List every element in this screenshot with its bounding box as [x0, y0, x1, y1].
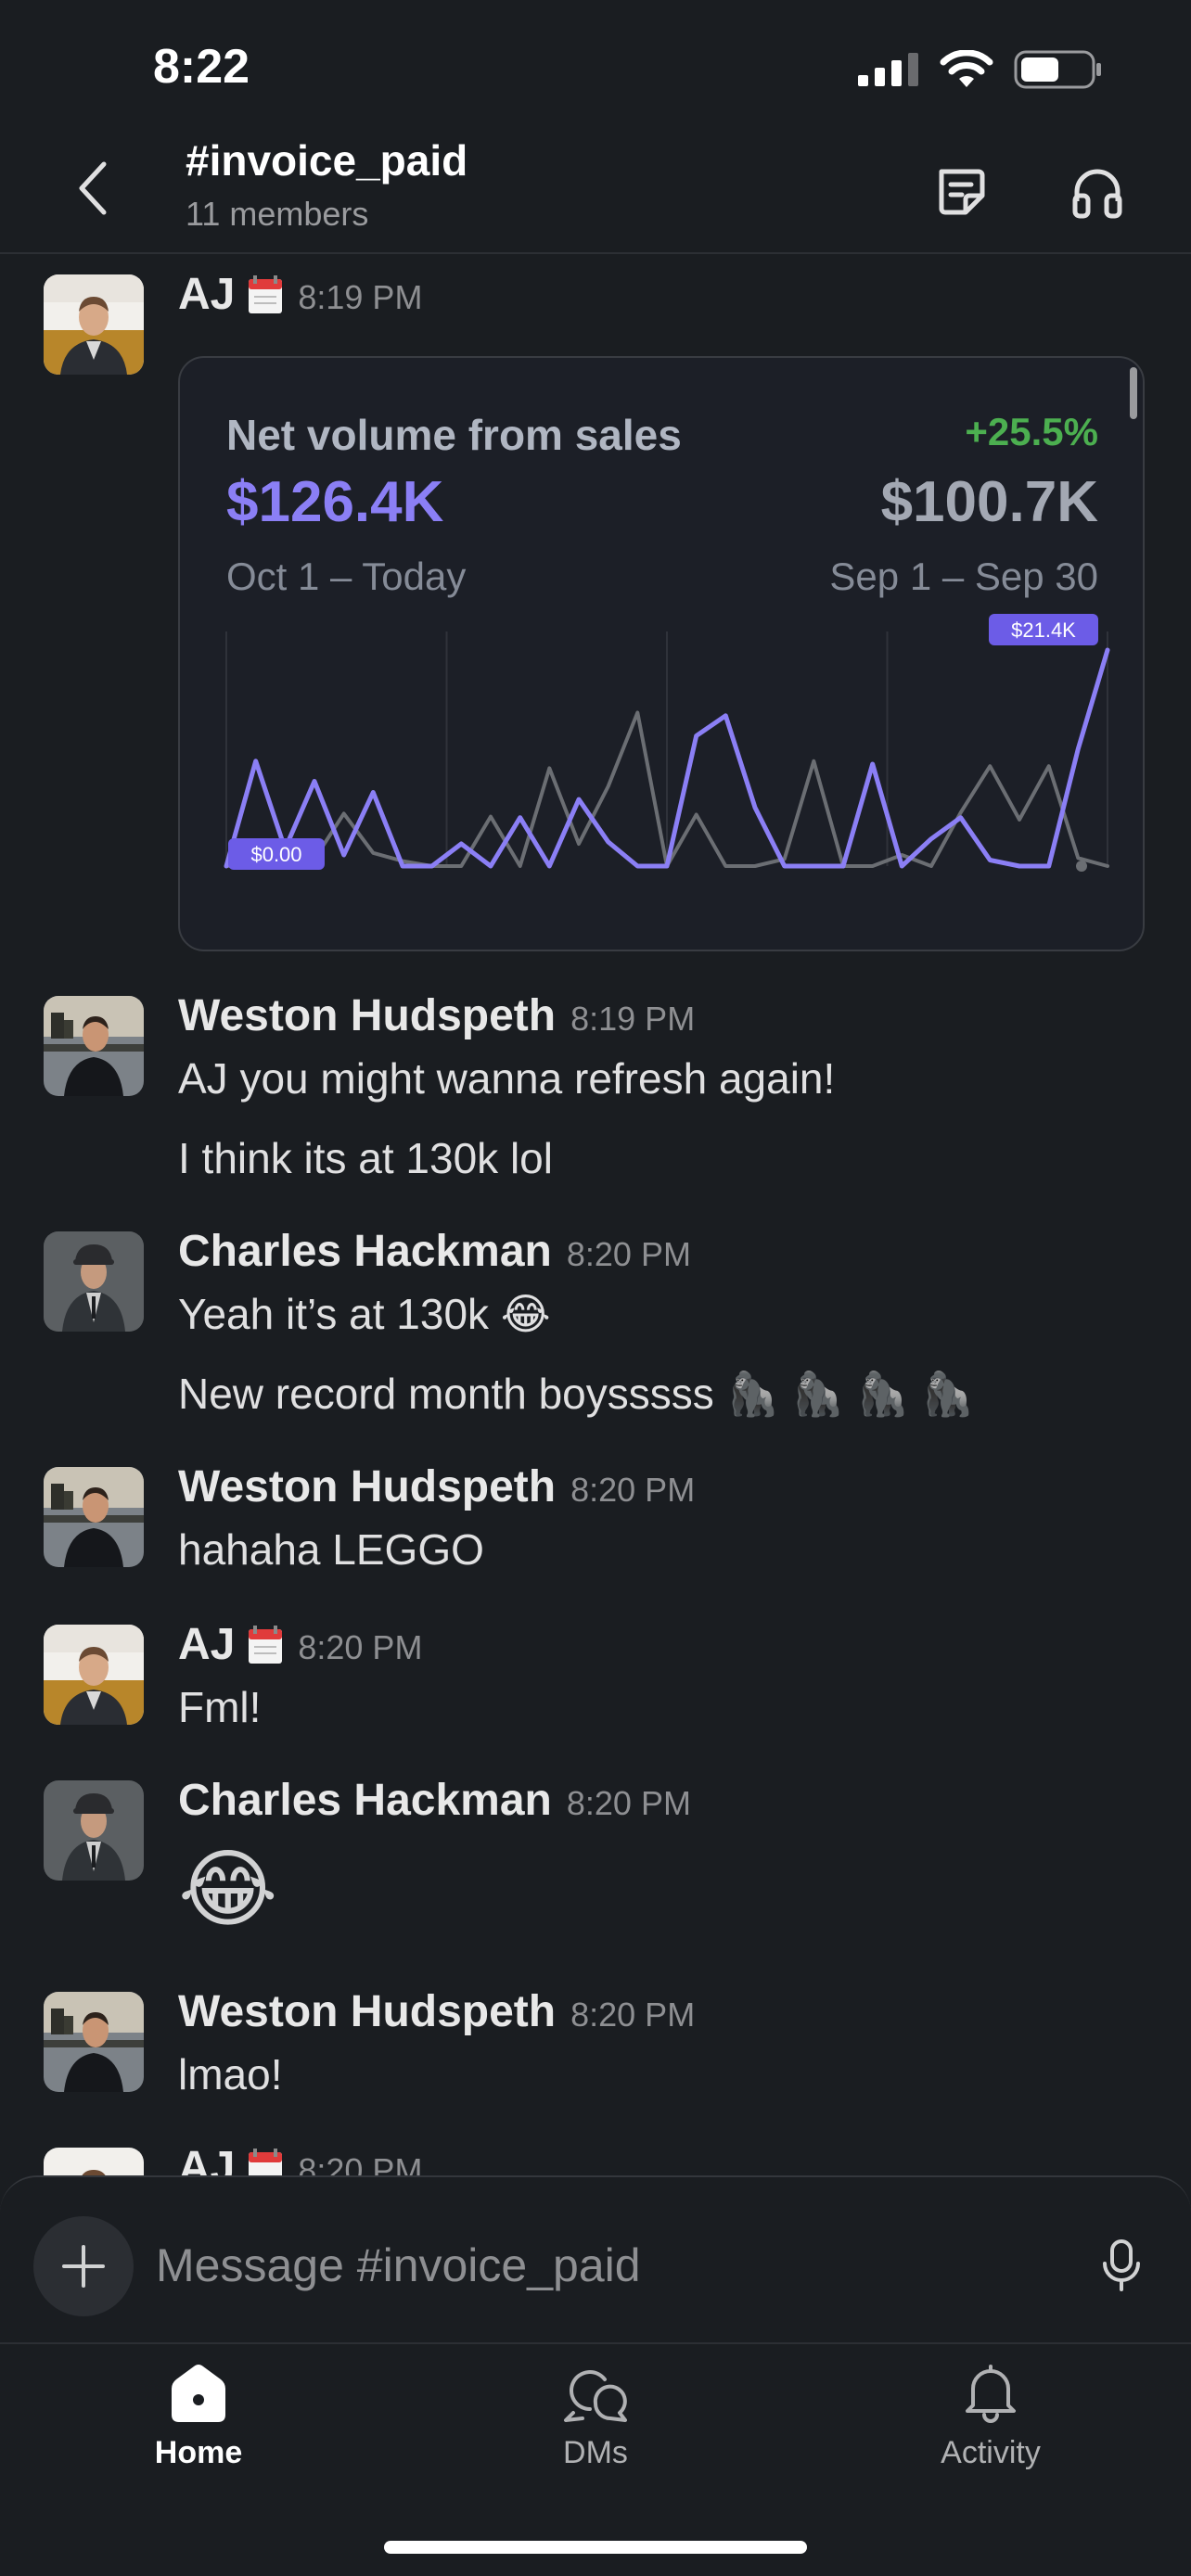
min-value-label: $0.00 — [250, 843, 301, 866]
message-header: AJ 8:20 PM — [178, 2142, 422, 2177]
author-name[interactable]: AJ — [178, 1619, 235, 1670]
cellular-signal-icon — [858, 53, 918, 86]
avatar-charles-hackman[interactable] — [44, 1231, 144, 1332]
scrollbar[interactable] — [1130, 367, 1137, 419]
timestamp: 8:19 PM — [570, 1000, 696, 1038]
max-value-label: $21.4K — [1011, 618, 1076, 642]
message-header: Charles Hackman 8:20 PM — [178, 1226, 691, 1277]
avatar-charles-hackman[interactable] — [44, 1780, 144, 1881]
avatar-aj[interactable] — [44, 1625, 144, 1725]
emoji-joy[interactable]: 😂 — [178, 1847, 278, 1932]
voice-message-button[interactable] — [1089, 2233, 1154, 2298]
message-text: New record month boysssss 🦍 🦍 🦍 🦍 — [178, 1370, 974, 1418]
message-list[interactable]: AJ 8:19 PM $0.00 $21.4K Net volume from s… — [0, 256, 1191, 2177]
min-value-badge: $0.00 — [228, 838, 325, 870]
battery-icon — [1014, 50, 1101, 89]
timestamp: 8:20 PM — [298, 1628, 423, 1666]
author-name[interactable]: AJ — [178, 2142, 235, 2177]
status-bar: 8:22 — [0, 0, 1191, 130]
tab-label: DMs — [563, 2435, 628, 2470]
avatar-aj[interactable] — [44, 274, 144, 375]
max-value-badge: $21.4K — [989, 614, 1098, 645]
message-header: Weston Hudspeth 8:20 PM — [178, 1461, 695, 1512]
calendar-icon — [248, 275, 283, 314]
message-text: I think its at 130k lol — [178, 1134, 553, 1182]
previous-value: $100.7K — [880, 470, 1098, 534]
current-period: Oct 1 – Today — [226, 555, 467, 598]
wifi-icon — [940, 50, 993, 87]
message-header: AJ 8:19 PM — [178, 269, 422, 320]
previous-period: Sep 1 – Sep 30 — [829, 555, 1098, 598]
message-header: Weston Hudspeth 8:20 PM — [178, 1986, 695, 2037]
change-percent: +25.5% — [965, 410, 1098, 453]
author-name[interactable]: Charles Hackman — [178, 1226, 552, 1277]
dms-icon — [564, 2370, 627, 2422]
canvas-icon — [939, 169, 985, 215]
headphones-icon — [1072, 169, 1122, 219]
timestamp: 8:20 PM — [570, 1471, 696, 1509]
huddle-button[interactable] — [1065, 159, 1130, 224]
message-text: hahaha LEGGO — [178, 1525, 484, 1574]
author-name[interactable]: Charles Hackman — [178, 1775, 552, 1826]
slack-channel-screen: 8:22 #invoice_paid 11 members AJ 8:19 PM… — [0, 0, 1191, 2576]
message-composer — [0, 2175, 1191, 2342]
message-text: Yeah it’s at 130k 😂 — [178, 1290, 551, 1338]
timestamp: 8:20 PM — [566, 1784, 691, 1822]
author-name[interactable]: Weston Hudspeth — [178, 990, 556, 1041]
timestamp: 8:20 PM — [570, 1996, 696, 2034]
message-header: Weston Hudspeth 8:19 PM — [178, 990, 695, 1041]
home-indicator — [384, 2541, 807, 2554]
channel-header: #invoice_paid 11 members — [0, 130, 1191, 254]
author-name[interactable]: Weston Hudspeth — [178, 1461, 556, 1512]
timestamp: 8:20 PM — [566, 1235, 691, 1273]
tab-dms[interactable]: DMs — [484, 2363, 707, 2502]
message-text: lmao! — [178, 2050, 283, 2098]
calendar-icon — [248, 2149, 283, 2177]
chart-attachment[interactable]: $0.00 $21.4K Net volume from sales +25.5%… — [178, 356, 1145, 951]
message-header: AJ 8:20 PM — [178, 1619, 422, 1670]
chevron-left-icon — [79, 161, 107, 215]
message-text: AJ you might wanna refresh again! — [178, 1054, 836, 1103]
avatar-weston-hudspeth[interactable] — [44, 1992, 144, 2092]
author-name[interactable]: Weston Hudspeth — [178, 1986, 556, 2037]
status-icons — [858, 50, 1103, 89]
member-count[interactable]: 11 members — [186, 195, 368, 234]
tab-label: Home — [154, 2435, 243, 2470]
tab-home[interactable]: Home — [87, 2363, 310, 2502]
timestamp: 8:19 PM — [298, 278, 423, 316]
timestamp: 8:20 PM — [298, 2151, 423, 2177]
bell-icon — [966, 2365, 1016, 2423]
avatar-aj[interactable] — [44, 2148, 144, 2177]
status-time: 8:22 — [153, 40, 250, 94]
calendar-icon — [248, 1626, 283, 1664]
avatar-weston-hudspeth[interactable] — [44, 1467, 144, 1567]
author-name[interactable]: AJ — [178, 269, 235, 320]
plus-icon — [62, 2245, 105, 2288]
tab-activity[interactable]: Activity — [879, 2363, 1102, 2502]
canvas-button[interactable] — [928, 159, 992, 224]
message-header: Charles Hackman 8:20 PM — [178, 1775, 691, 1826]
back-button[interactable] — [65, 156, 121, 221]
current-value: $126.4K — [226, 470, 444, 534]
home-icon — [172, 2365, 225, 2422]
add-attachment-button[interactable] — [33, 2216, 134, 2316]
message-text: Fml! — [178, 1683, 262, 1731]
channel-title[interactable]: #invoice_paid — [186, 135, 467, 185]
microphone-icon — [1103, 2239, 1140, 2291]
message-input[interactable] — [156, 2233, 1046, 2298]
avatar-weston-hudspeth[interactable] — [44, 996, 144, 1096]
tab-label: Activity — [941, 2435, 1041, 2470]
chart-title: Net volume from sales — [226, 411, 682, 459]
series-end-point — [1076, 861, 1087, 872]
